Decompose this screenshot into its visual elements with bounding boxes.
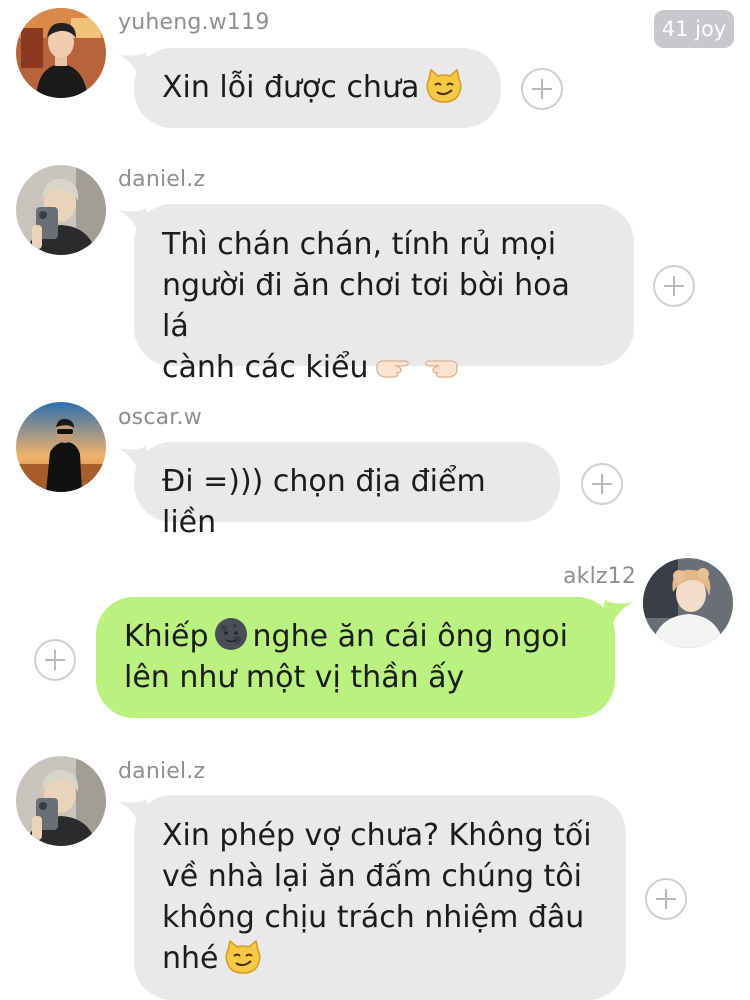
avatar-oscar[interactable]: [16, 402, 106, 492]
username-aklz12: aklz12: [563, 564, 637, 589]
add-reaction-button[interactable]: [34, 639, 76, 681]
avatar-photo-icon: [16, 165, 106, 255]
message-text-line: Thì chán chán, tính rủ mọi: [162, 227, 557, 262]
username-oscar: oscar.w: [118, 405, 202, 430]
add-reaction-button[interactable]: [521, 68, 563, 110]
message-bubble[interactable]: Xin lỗi được chưa: [134, 48, 501, 128]
message-text-line: nhé: [162, 941, 219, 976]
avatar-aklz12[interactable]: [643, 558, 733, 648]
message-text: nghe ăn cái ông ngoi: [252, 619, 568, 654]
message-text: Đi =))) chọn địa điểm liền: [162, 464, 486, 540]
avatar-photo-icon: [643, 558, 733, 648]
new-moon-face-emoji-icon: [214, 618, 247, 650]
message-bubble-outgoing[interactable]: Khiếp nghe ăn cái ông ngoi lên như một vị…: [96, 597, 615, 718]
reaction-count-badge[interactable]: 41 joy: [654, 10, 734, 48]
avatar-yuheng[interactable]: [16, 8, 106, 98]
add-reaction-button[interactable]: [581, 463, 623, 505]
message-text: Khiếp: [124, 619, 209, 654]
smirking-cat-emoji-icon: [426, 69, 462, 103]
username-daniel: daniel.z: [118, 759, 206, 784]
message-bubble[interactable]: Xin phép vợ chưa? Không tối về nhà lại ă…: [134, 795, 626, 1000]
message-text: Xin lỗi được chưa: [162, 70, 420, 105]
avatar-daniel[interactable]: [16, 756, 106, 846]
avatar-daniel[interactable]: [16, 165, 106, 255]
pointing-hands-emoji-icon: [375, 360, 458, 378]
message-text-line: Xin phép vợ chưa? Không tối: [162, 818, 592, 853]
message-bubble[interactable]: Đi =))) chọn địa điểm liền: [134, 442, 560, 540]
message-text-line: không chịu trách nhiệm đâu: [162, 900, 585, 935]
add-reaction-button[interactable]: [653, 265, 695, 307]
message-text-line: về nhà lại ăn đấm chúng tôi: [162, 859, 582, 894]
smirking-cat-emoji-icon: [225, 940, 262, 974]
username-daniel: daniel.z: [118, 167, 206, 192]
message-text-line: cành các kiểu: [162, 350, 369, 385]
add-reaction-button[interactable]: [645, 878, 687, 920]
message-text-line: người đi ăn chơi tơi bời hoa lá: [162, 268, 570, 344]
avatar-photo-icon: [16, 402, 106, 492]
username-yuheng: yuheng.w119: [118, 10, 270, 35]
avatar-photo-icon: [16, 8, 106, 98]
avatar-photo-icon: [16, 756, 106, 846]
message-text-line: lên như một vị thần ấy: [124, 660, 465, 695]
message-bubble[interactable]: Thì chán chán, tính rủ mọi người đi ăn c…: [134, 204, 634, 385]
